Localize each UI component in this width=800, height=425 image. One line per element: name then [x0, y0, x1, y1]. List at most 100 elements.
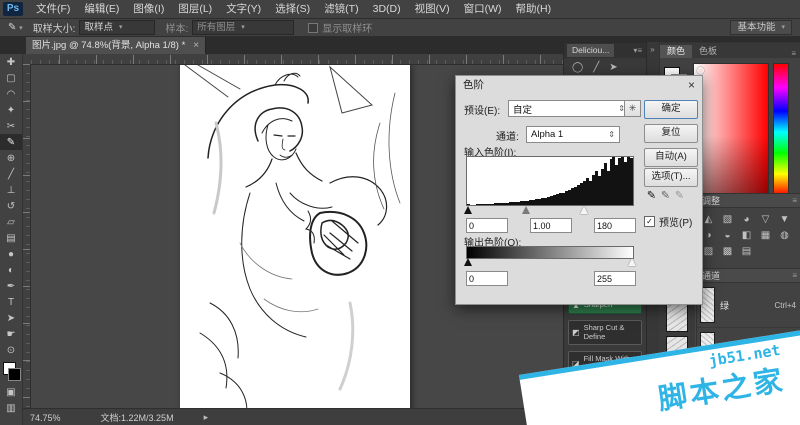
brush-preset-icon[interactable]: ╱	[593, 62, 599, 73]
ok-button[interactable]: 确定	[644, 100, 698, 119]
adjustment-icon-2[interactable]: ◕	[737, 211, 756, 227]
background-color-swatch[interactable]	[8, 368, 21, 381]
auto-button[interactable]: 自动(A)	[644, 148, 698, 167]
adjustment-icon-7[interactable]: ◧	[737, 227, 756, 243]
pen-tool[interactable]: ✒	[0, 278, 22, 294]
collapse-panels-icon[interactable]: »	[646, 45, 659, 54]
sharp-cut-define-action-button[interactable]: ◩ Sharp Cut & Define	[568, 320, 642, 346]
document-tab[interactable]: 图片.jpg @ 74.8%(背景, Alpha 1/8) * ×	[26, 37, 207, 54]
adjustment-icon-8[interactable]: ▦	[756, 227, 775, 243]
channel-dropdown[interactable]: Alpha 1 ⇕	[526, 126, 620, 143]
quick-mask-button[interactable]: ▣	[0, 384, 22, 400]
blur-tool[interactable]: ●	[0, 246, 22, 262]
options-button[interactable]: 选项(T)...	[644, 168, 698, 187]
zoom-level-field[interactable]: 74.75%	[30, 413, 61, 423]
input-gamma-slider[interactable]	[522, 206, 531, 214]
screen-mode-button[interactable]: ▥	[0, 400, 22, 416]
tab-color[interactable]: 颜色	[660, 45, 693, 58]
workspace-switcher-button[interactable]: 基本功能 ▾	[730, 20, 792, 35]
menu-item-10[interactable]: 帮助(H)	[509, 0, 559, 18]
color-picker-marker	[697, 67, 704, 74]
menu-item-0[interactable]: 文件(F)	[29, 0, 77, 18]
adjustments-panel: 调整 ≡ ◭ ▧ ◕ ▽ ▼ ◑ ◒ ◧ ▦ ◍ ▨ ▩ ▤	[696, 193, 800, 269]
adjustment-icon-6[interactable]: ◒	[718, 227, 737, 243]
dodge-tool[interactable]: ◐	[0, 262, 22, 278]
menu-item-1[interactable]: 编辑(E)	[77, 0, 126, 18]
gradient-tool[interactable]: ▤	[0, 230, 22, 246]
adjustment-icon-9[interactable]: ◍	[775, 227, 794, 243]
saturation-brightness-field[interactable]	[693, 63, 769, 196]
color-panel-tabs: 颜色 色板 ≡	[660, 43, 800, 58]
panel-menu-icon[interactable]: ▾≡	[633, 46, 642, 55]
input-white-slider[interactable]	[579, 206, 588, 214]
eyedropper-tool-icon[interactable]: ✎ ▾	[8, 22, 23, 33]
white-point-eyedropper-icon[interactable]: ✐	[673, 190, 686, 199]
black-point-eyedropper-icon[interactable]: ✐	[644, 190, 657, 199]
clone-stamp-tool[interactable]: ⊥	[0, 182, 22, 198]
document-canvas[interactable]	[180, 63, 410, 425]
menu-item-2[interactable]: 图像(I)	[126, 0, 171, 18]
arrow-preset-icon[interactable]: ➤	[609, 62, 617, 73]
foreground-background-swatches[interactable]	[0, 360, 22, 384]
tab-delicious[interactable]: Deliciou...	[567, 44, 615, 57]
preview-checkbox[interactable]: ✓	[644, 216, 655, 227]
output-white-field[interactable]	[594, 271, 636, 286]
menu-item-9[interactable]: 窗口(W)	[457, 0, 509, 18]
output-white-slider[interactable]	[628, 258, 637, 266]
output-black-slider[interactable]	[463, 258, 472, 266]
panel-menu-icon[interactable]: ≡	[791, 49, 800, 58]
preset-options-gear-icon[interactable]: ✳	[624, 100, 641, 117]
eyedropper-tool[interactable]: ✎	[0, 134, 22, 150]
brush-tool[interactable]: ╱	[0, 166, 22, 182]
input-black-slider[interactable]	[463, 206, 472, 214]
status-options-arrow-icon[interactable]: ▸	[204, 412, 209, 423]
crop-tool[interactable]: ✂	[0, 118, 22, 134]
preset-dropdown[interactable]: 自定 ⇕	[508, 100, 630, 117]
input-level-sliders	[463, 206, 634, 215]
history-brush-tool[interactable]: ↺	[0, 198, 22, 214]
channel-row[interactable]: 绿 Ctrl+4	[697, 283, 800, 328]
lasso-tool[interactable]: ◠	[0, 86, 22, 102]
levels-dialog-titlebar[interactable]: 色阶 ×	[456, 76, 702, 94]
lasso-preset-icon[interactable]: ◯	[572, 62, 583, 73]
quick-selection-tool[interactable]: ✦	[0, 102, 22, 118]
input-black-field[interactable]	[466, 218, 508, 233]
gray-point-eyedropper-icon[interactable]: ✐	[658, 190, 671, 199]
marquee-tool[interactable]: ▢	[0, 70, 22, 86]
panel-menu-icon[interactable]: ≡	[792, 196, 800, 205]
adjustment-icon-12[interactable]: ▤	[737, 243, 756, 259]
input-gamma-field[interactable]	[530, 218, 572, 233]
reset-button[interactable]: 复位	[644, 124, 698, 143]
panel-menu-icon[interactable]: ≡	[792, 271, 800, 280]
close-icon[interactable]: ×	[688, 76, 695, 94]
sample-dropdown[interactable]: 所有图层 ▾	[192, 20, 295, 35]
menu-item-5[interactable]: 选择(S)	[268, 0, 317, 18]
path-selection-tool[interactable]: ➤	[0, 310, 22, 326]
menu-item-4[interactable]: 文字(Y)	[219, 0, 268, 18]
type-tool[interactable]: T	[0, 294, 22, 310]
output-black-field[interactable]	[466, 271, 508, 286]
hand-tool[interactable]: ☛	[0, 326, 22, 342]
move-tool[interactable]: ✚	[0, 54, 22, 70]
menu-item-8[interactable]: 视图(V)	[408, 0, 457, 18]
zoom-tool[interactable]: ⊙	[0, 342, 22, 358]
eyedropper-buttons: ✐ ✐ ✐	[644, 188, 686, 201]
menu-item-6[interactable]: 滤镜(T)	[317, 0, 365, 18]
eraser-tool[interactable]: ▱	[0, 214, 22, 230]
sample-label: 样本:	[165, 24, 189, 35]
show-sampling-ring-checkbox[interactable]	[308, 22, 319, 33]
adjustment-icon-3[interactable]: ▽	[756, 211, 775, 227]
tab-swatches[interactable]: 色板	[692, 45, 724, 58]
menu-item-7[interactable]: 3D(D)	[366, 0, 408, 18]
adjustment-icon-1[interactable]: ▧	[718, 211, 737, 227]
close-tab-icon[interactable]: ×	[193, 37, 199, 54]
adjustment-icon-11[interactable]: ▩	[718, 243, 737, 259]
adjustment-icon-4[interactable]: ▼	[775, 211, 794, 227]
sample-size-dropdown[interactable]: 取样点 ▾	[79, 20, 156, 35]
input-white-field[interactable]	[594, 218, 636, 233]
healing-brush-tool[interactable]: ⊕	[0, 150, 22, 166]
hue-ramp[interactable]	[773, 63, 789, 196]
menu-item-3[interactable]: 图层(L)	[171, 0, 219, 18]
preview-label: 预览(P)	[659, 218, 693, 229]
channels-panel-header: 通道 ≡	[697, 269, 800, 283]
